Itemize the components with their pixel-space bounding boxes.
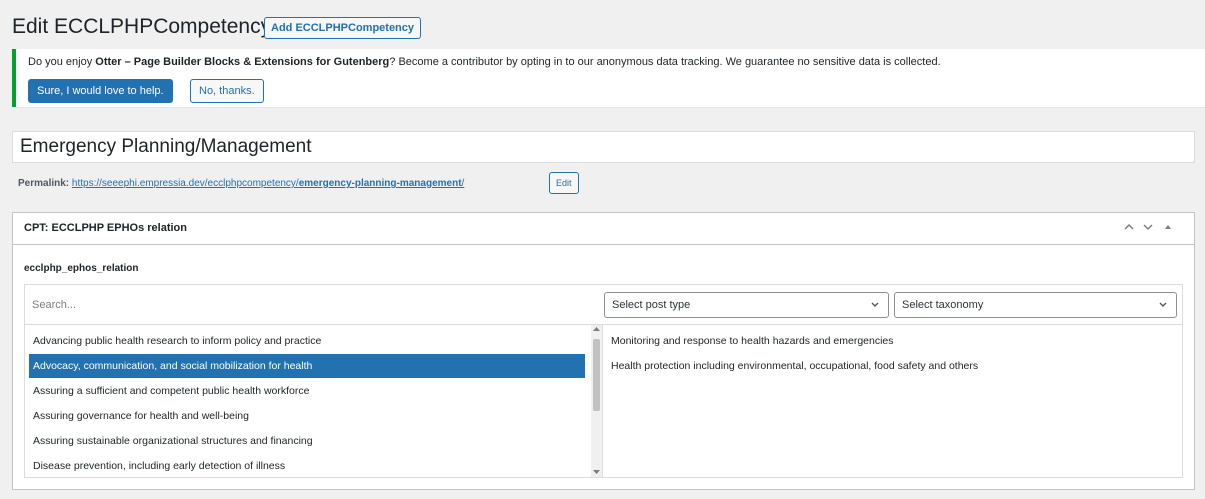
relationship-filters: Search... Select post type Select taxono… — [25, 285, 1182, 325]
decline-tracking-button[interactable]: No, thanks. — [190, 79, 264, 103]
scrollbar-thumb[interactable] — [593, 339, 600, 411]
notice-message: Do you enjoy Otter – Page Builder Blocks… — [28, 56, 941, 68]
search-input[interactable]: Search... — [32, 293, 592, 317]
choice-item[interactable]: Assuring governance for health and well-… — [29, 404, 585, 428]
accept-tracking-button[interactable]: Sure, I would love to help. — [28, 79, 173, 103]
scroll-up-icon[interactable] — [593, 326, 600, 334]
chevron-down-icon — [1158, 293, 1168, 327]
permalink: Permalink: https://seeephi.empressia.dev… — [18, 177, 464, 191]
selected-values-list: Monitoring and response to health hazard… — [603, 325, 1182, 477]
notice-text-after: ? Become a contributor by opting in to o… — [389, 56, 941, 68]
permalink-base: https://seeephi.empressia.dev/ecclphpcom… — [71, 178, 299, 189]
selected-value-item[interactable]: Health protection including environmenta… — [611, 354, 978, 378]
taxonomy-select-value: Select taxonomy — [902, 299, 984, 311]
choice-item[interactable]: Advancing public health research to info… — [29, 329, 585, 353]
notice-plugin-name: Otter – Page Builder Blocks & Extensions… — [95, 56, 390, 68]
permalink-link[interactable]: https://seeephi.empressia.dev/ecclphpcom… — [72, 178, 464, 189]
notice-text-before: Do you enjoy — [28, 56, 96, 68]
post-type-select-value: Select post type — [612, 299, 691, 311]
choice-item[interactable]: Assuring a sufficient and competent publ… — [29, 379, 585, 403]
permalink-slug: emergency-planning-management — [298, 178, 462, 189]
choice-item-selected[interactable]: Advocacy, communication, and social mobi… — [29, 354, 585, 378]
field-label: ecclphp_ephos_relation — [24, 263, 139, 274]
tracking-notice: Do you enjoy Otter – Page Builder Blocks… — [12, 49, 1205, 107]
permalink-trailing: / — [461, 178, 465, 189]
scroll-down-icon[interactable] — [593, 469, 600, 477]
page-title: Edit ECCLPHPCompetency — [12, 15, 272, 38]
permalink-label: Permalink: — [18, 178, 70, 189]
chevron-down-icon — [870, 293, 880, 327]
choice-item[interactable]: Disease prevention, including early dete… — [29, 454, 585, 477]
collapse-toggle-icon[interactable] — [1162, 222, 1174, 235]
edit-permalink-button[interactable]: Edit — [549, 172, 579, 194]
move-down-icon[interactable] — [1142, 222, 1154, 235]
choices-scrollbar[interactable] — [591, 325, 602, 477]
selected-value-item[interactable]: Monitoring and response to health hazard… — [611, 329, 894, 353]
relationship-field: Search... Select post type Select taxono… — [24, 284, 1183, 478]
move-up-icon[interactable] — [1123, 222, 1135, 235]
post-type-select[interactable]: Select post type — [604, 292, 889, 318]
choices-list[interactable]: Advancing public health research to info… — [25, 325, 603, 477]
choice-item[interactable]: Assuring sustainable organizational stru… — [29, 429, 585, 453]
add-new-button[interactable]: Add ECCLPHPCompetency — [264, 17, 422, 39]
taxonomy-select[interactable]: Select taxonomy — [894, 292, 1177, 318]
metabox-title: CPT: ECCLPHP EPHOs relation — [24, 222, 187, 234]
relation-metabox: CPT: ECCLPHP EPHOs relation ecclphp_epho… — [12, 212, 1195, 490]
metabox-header: CPT: ECCLPHP EPHOs relation — [13, 213, 1194, 245]
post-title-input[interactable]: Emergency Planning/Management — [12, 131, 1195, 163]
